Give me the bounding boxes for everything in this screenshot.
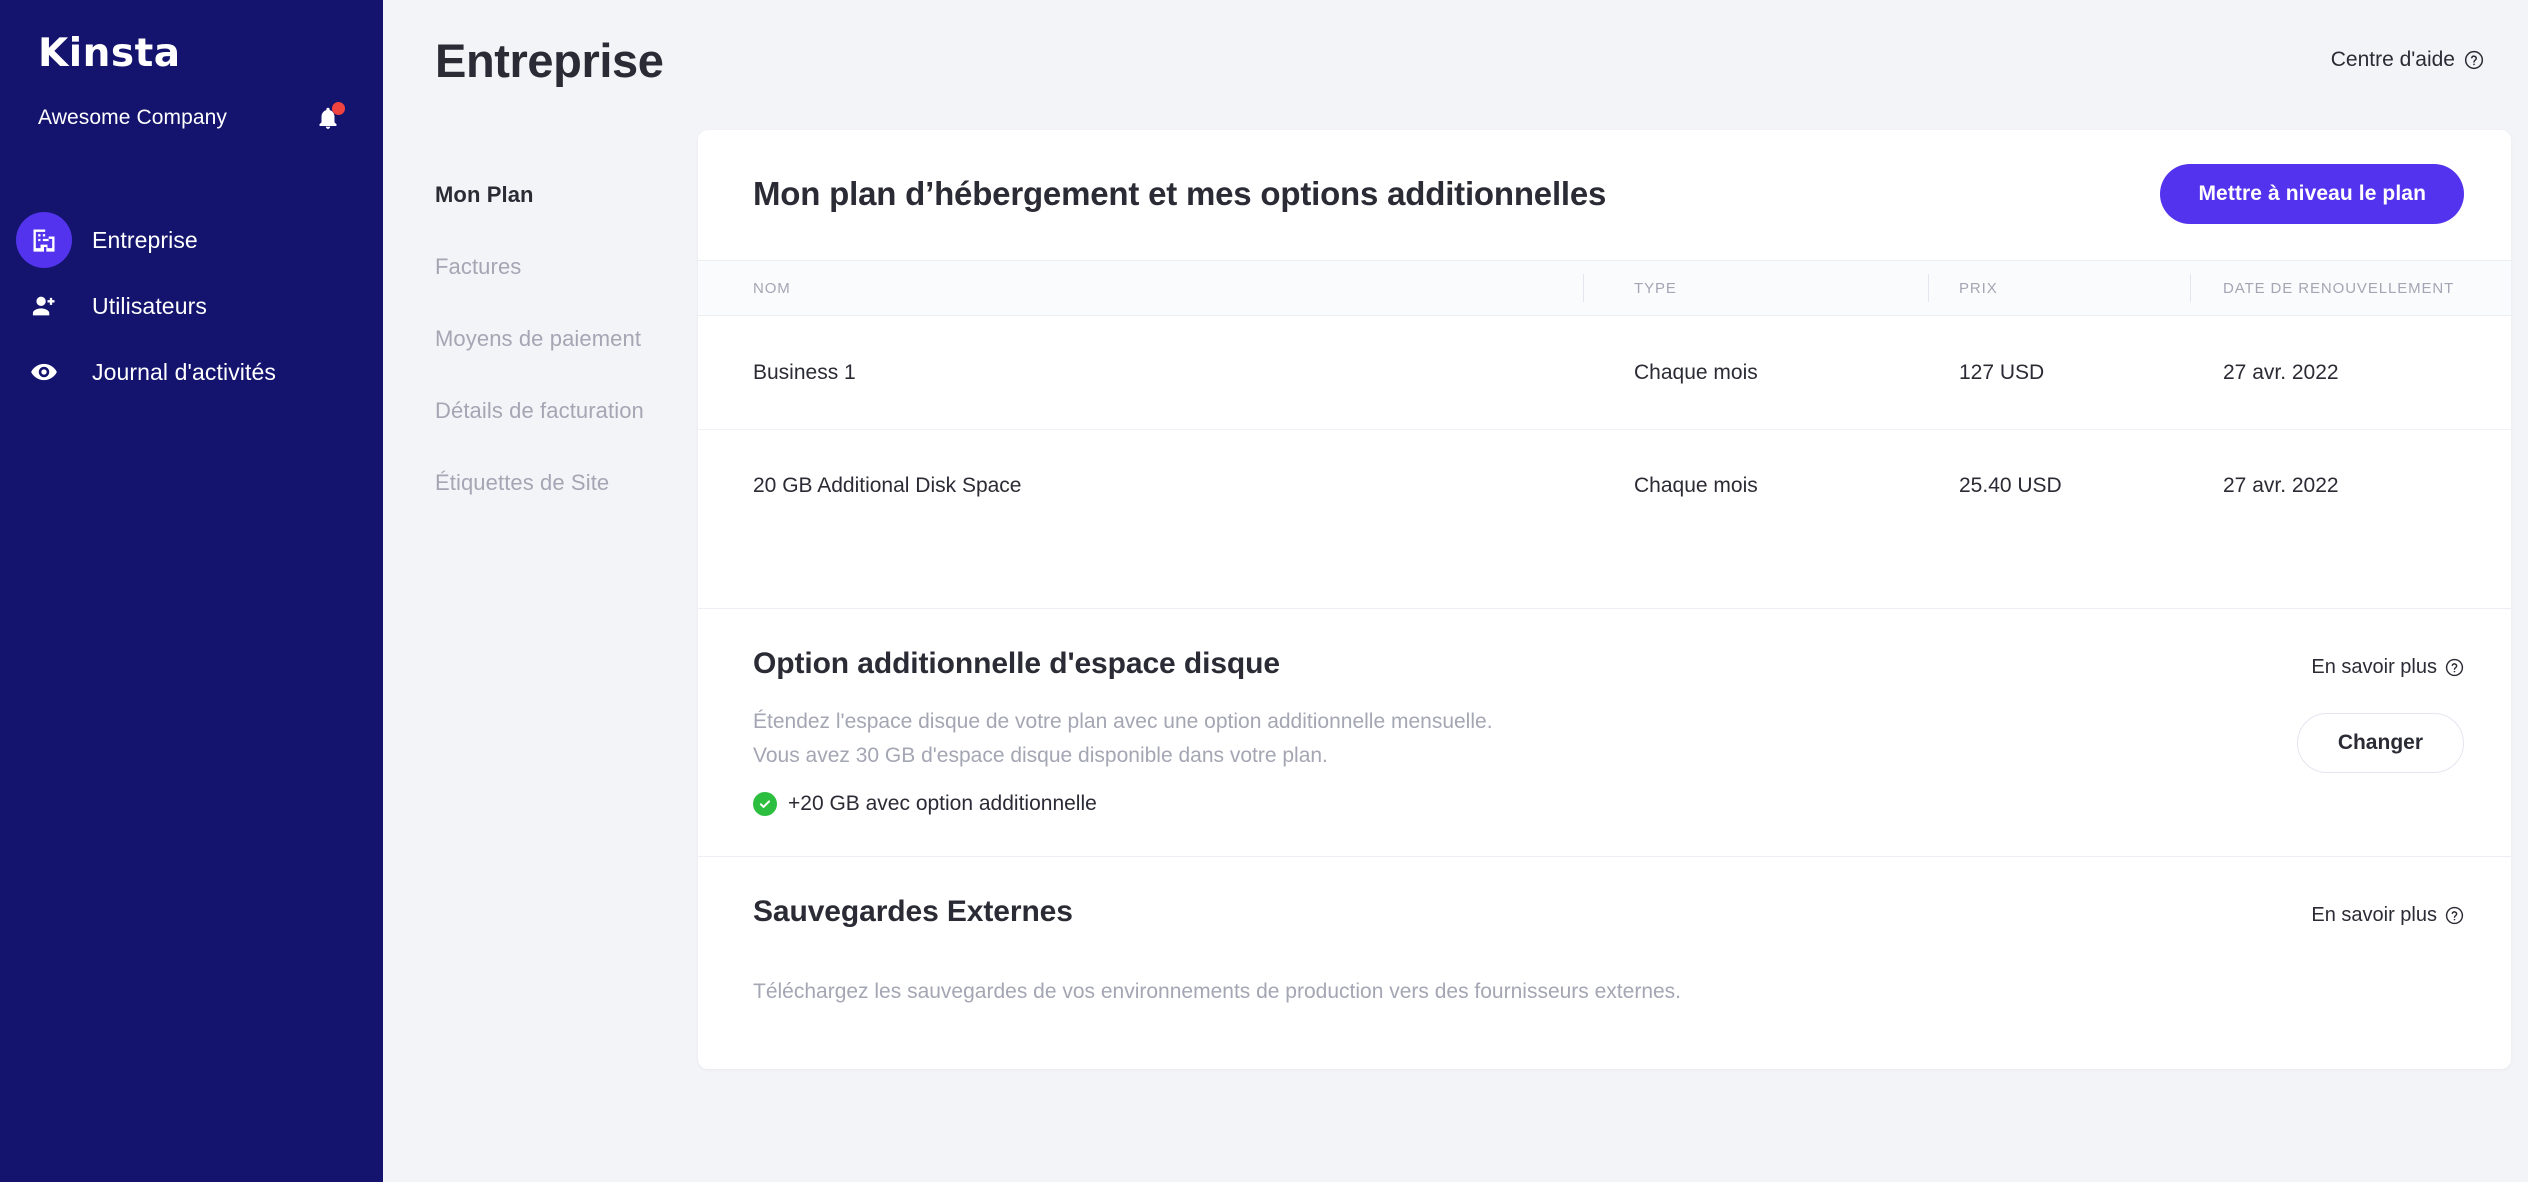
sidebar-item-label: Entreprise bbox=[92, 226, 198, 253]
disk-space-line-2: Vous avez 30 GB d'espace disque disponib… bbox=[753, 744, 1328, 768]
cell-prix: 25.40 USD bbox=[1959, 474, 2062, 497]
question-circle-icon bbox=[2445, 906, 2464, 925]
card-title: Mon plan d’hébergement et mes options ad… bbox=[753, 175, 1607, 212]
subnav-item-mon-plan[interactable]: Mon Plan bbox=[435, 182, 698, 254]
building-icon bbox=[16, 212, 72, 268]
disk-space-text-block: Étendez l'espace disque de votre plan av… bbox=[753, 705, 1493, 817]
plan-table: NOM TYPE PRIX DATE DE RENOUVELLEMENT Bus… bbox=[698, 260, 2511, 608]
main-navigation: Entreprise Utilisateurs Journal d'activi… bbox=[0, 207, 383, 405]
question-circle-icon bbox=[2445, 658, 2464, 677]
disk-space-title: Option additionnelle d'espace disque bbox=[753, 647, 1280, 680]
external-backups-line-1: Téléchargez les sauvegardes de vos envir… bbox=[753, 980, 1682, 1004]
cell-prix: 127 USD bbox=[1959, 360, 2045, 384]
sub-navigation: Mon Plan Factures Moyens de paiement Dét… bbox=[435, 120, 698, 1182]
external-backups-title: Sauvegardes Externes bbox=[753, 895, 1073, 929]
main-content: Entreprise Centre d'aide Mon Plan Factur… bbox=[383, 0, 2528, 1182]
disk-space-section: Option additionnelle d'espace disque En … bbox=[698, 608, 2511, 856]
disk-space-line-1: Étendez l'espace disque de votre plan av… bbox=[753, 710, 1493, 733]
cell-date: 27 avr. 2022 bbox=[2223, 360, 2339, 384]
external-backups-text-block: Téléchargez les sauvegardes de vos envir… bbox=[753, 975, 1681, 1009]
company-row: Awesome Company bbox=[0, 73, 383, 135]
sidebar: Kinsta Awesome Company Entreprise Utilis… bbox=[0, 0, 383, 1182]
sidebar-item-journal-activites[interactable]: Journal d'activités bbox=[0, 339, 383, 405]
app-root: Kinsta Awesome Company Entreprise Utilis… bbox=[0, 0, 2528, 1182]
help-center-label: Centre d'aide bbox=[2330, 48, 2455, 71]
disk-space-badge-label: +20 GB avec option additionnelle bbox=[788, 792, 1097, 816]
cell-nom: 20 GB Additional Disk Space bbox=[753, 474, 1022, 497]
column-header-nom: NOM bbox=[753, 279, 791, 297]
sidebar-item-entreprise[interactable]: Entreprise bbox=[0, 207, 383, 273]
top-bar: Entreprise Centre d'aide bbox=[383, 0, 2528, 120]
disk-space-body: Étendez l'espace disque de votre plan av… bbox=[753, 681, 2464, 856]
eye-icon bbox=[16, 344, 72, 400]
content-area: Mon Plan Factures Moyens de paiement Dét… bbox=[383, 120, 2528, 1182]
disk-space-learn-more-link[interactable]: En savoir plus bbox=[2311, 647, 2464, 679]
external-backups-section: Sauvegardes Externes En savoir plus Télé… bbox=[698, 856, 2511, 1069]
table-bottom-spacer bbox=[698, 542, 2511, 608]
card-header: Mon plan d’hébergement et mes options ad… bbox=[698, 130, 2511, 260]
cell-type: Chaque mois bbox=[1634, 474, 1758, 497]
logo-row: Kinsta bbox=[0, 34, 383, 73]
subnav-item-moyens-de-paiement[interactable]: Moyens de paiement bbox=[435, 326, 698, 398]
sidebar-item-label: Journal d'activités bbox=[92, 358, 276, 385]
company-name: Awesome Company bbox=[38, 106, 228, 129]
subnav-item-details-de-facturation[interactable]: Détails de facturation bbox=[435, 398, 698, 470]
external-backups-header: Sauvegardes Externes En savoir plus bbox=[753, 895, 2464, 929]
check-circle-icon bbox=[753, 792, 777, 817]
subnav-item-etiquettes-de-site[interactable]: Étiquettes de Site bbox=[435, 470, 698, 542]
question-circle-icon bbox=[2464, 50, 2484, 70]
subnav-item-factures[interactable]: Factures bbox=[435, 254, 698, 326]
cell-nom: Business 1 bbox=[753, 360, 856, 384]
column-header-prix: PRIX bbox=[1928, 260, 2191, 316]
cell-type: Chaque mois bbox=[1634, 360, 1758, 384]
external-backups-learn-more-link[interactable]: En savoir plus bbox=[2311, 895, 2464, 927]
kinsta-logo: Kinsta bbox=[38, 31, 181, 76]
external-backups-body: Téléchargez les sauvegardes de vos envir… bbox=[753, 929, 2464, 1069]
learn-more-label: En savoir plus bbox=[2311, 904, 2437, 927]
column-header-date-de-renouvellement: DATE DE RENOUVELLEMENT bbox=[2190, 260, 2511, 316]
help-center-link[interactable]: Centre d'aide bbox=[2331, 48, 2484, 72]
page-title: Entreprise bbox=[435, 33, 664, 87]
table-header-row: NOM TYPE PRIX DATE DE RENOUVELLEMENT bbox=[698, 260, 2511, 316]
disk-space-addon-badge: +20 GB avec option additionnelle bbox=[753, 792, 1493, 817]
upgrade-plan-button[interactable]: Mettre à niveau le plan bbox=[2160, 164, 2464, 224]
cell-date: 27 avr. 2022 bbox=[2223, 474, 2339, 497]
table-row: 20 GB Additional Disk Space Chaque mois … bbox=[698, 429, 2511, 542]
sidebar-item-utilisateurs[interactable]: Utilisateurs bbox=[0, 273, 383, 339]
change-disk-space-button[interactable]: Changer bbox=[2296, 713, 2464, 773]
table-row: Business 1 Chaque mois 127 USD 27 avr. 2… bbox=[698, 316, 2511, 429]
column-header-type: TYPE bbox=[1583, 260, 1929, 316]
user-plus-icon bbox=[16, 278, 72, 334]
learn-more-label: En savoir plus bbox=[2311, 656, 2437, 678]
notifications-button[interactable] bbox=[311, 101, 345, 135]
sidebar-item-label: Utilisateurs bbox=[92, 292, 207, 319]
disk-space-header: Option additionnelle d'espace disque En … bbox=[753, 647, 2464, 681]
plan-card: Mon plan d’hébergement et mes options ad… bbox=[698, 130, 2511, 1070]
notification-badge-dot bbox=[332, 102, 345, 115]
